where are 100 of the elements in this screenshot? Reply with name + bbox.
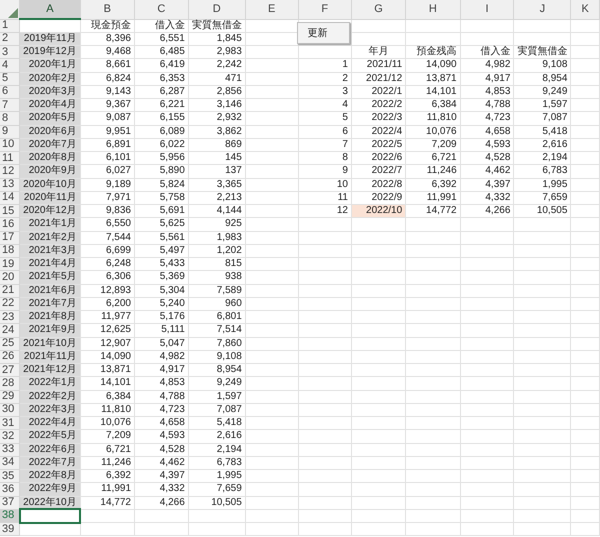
table-cell: 6,287 [134, 85, 188, 98]
table-cell: 6,089 [134, 125, 188, 138]
table-cell: 実質無借金 [514, 46, 571, 59]
row-header[interactable]: 14 [0, 191, 20, 204]
table-cell: 14,772 [80, 496, 134, 510]
row-header[interactable]: 29 [0, 390, 20, 404]
table-cell: 5,418 [188, 416, 246, 430]
table-cell: 11,246 [80, 456, 134, 470]
column-header[interactable]: G [351, 0, 406, 19]
table-cell: 7,514 [188, 324, 246, 337]
table-cell: 2022年2月 [20, 390, 80, 404]
row-header[interactable]: 6 [0, 85, 20, 98]
table-cell: 10,505 [514, 204, 571, 218]
table-cell: 2021年2月 [20, 231, 80, 244]
row-header[interactable]: 10 [0, 138, 20, 152]
row-header[interactable]: 24 [0, 324, 20, 337]
table-cell: 2021年3月 [20, 244, 80, 258]
row-header[interactable]: 17 [0, 231, 20, 244]
row-header[interactable]: 32 [0, 430, 20, 443]
row-header[interactable]: 12 [0, 164, 20, 178]
table-cell: 7,659 [514, 191, 571, 204]
row-header[interactable]: 37 [0, 496, 20, 510]
row-header[interactable]: 20 [0, 270, 20, 284]
table-cell: 4,266 [134, 496, 188, 510]
table-cell: 2,194 [514, 152, 571, 165]
update-button[interactable]: 更新 [297, 22, 350, 44]
table-cell: 960 [188, 297, 246, 310]
column-header[interactable]: E [245, 0, 298, 19]
column-header[interactable]: C [134, 0, 188, 19]
row-header[interactable]: 28 [0, 376, 20, 390]
table-cell: 4,982 [460, 58, 514, 72]
column-header[interactable]: A [20, 0, 80, 19]
table-cell: 3,146 [188, 98, 246, 112]
table-cell: 2022年3月 [20, 403, 80, 416]
table-cell: 10,076 [406, 125, 460, 138]
row-header[interactable]: 1 [0, 19, 20, 32]
table-cell: 6,419 [134, 58, 188, 72]
table-cell: 2021年10月 [20, 337, 80, 350]
table-cell: 925 [188, 218, 246, 231]
column-header[interactable]: F [298, 0, 352, 19]
table-cell: 6,485 [134, 46, 188, 59]
row-header[interactable]: 35 [0, 470, 20, 483]
row-header[interactable]: 39 [0, 522, 20, 536]
row-header[interactable]: 31 [0, 416, 20, 430]
row-header[interactable]: 11 [0, 152, 20, 165]
row-header[interactable]: 22 [0, 297, 20, 310]
row-header[interactable]: 34 [0, 456, 20, 470]
table-cell: 5,369 [134, 270, 188, 284]
table-cell: 6,248 [80, 258, 134, 271]
row-header[interactable]: 13 [0, 178, 20, 192]
table-cell: 2022/2 [351, 98, 406, 112]
row-header[interactable]: 30 [0, 403, 20, 416]
row-header[interactable]: 23 [0, 310, 20, 324]
table-cell: 6,392 [80, 470, 134, 483]
table-cell: 2022/10 [351, 204, 406, 218]
column-header[interactable]: B [80, 0, 134, 19]
row-header[interactable]: 33 [0, 443, 20, 456]
table-cell: 2022/6 [351, 152, 406, 165]
table-cell: 4,853 [134, 376, 188, 390]
column-header[interactable]: I [460, 0, 514, 19]
row-header[interactable]: 27 [0, 364, 20, 377]
table-cell: 7,589 [188, 284, 246, 298]
column-header[interactable]: H [406, 0, 460, 19]
table-cell: 137 [188, 164, 246, 178]
table-cell: 13,871 [80, 364, 134, 377]
table-cell: 2021年12月 [20, 364, 80, 377]
table-cell: 7,087 [514, 112, 571, 125]
row-header[interactable]: 4 [0, 58, 20, 72]
row-header[interactable]: 9 [0, 125, 20, 138]
row-header[interactable]: 36 [0, 482, 20, 496]
table-cell: 5,111 [134, 324, 188, 337]
table-cell: 2,932 [188, 112, 246, 125]
row-header[interactable]: 21 [0, 284, 20, 298]
row-header[interactable]: 16 [0, 218, 20, 231]
row-header[interactable]: 26 [0, 350, 20, 364]
row-header[interactable]: 8 [0, 112, 20, 125]
row-header[interactable]: 7 [0, 98, 20, 112]
row-header[interactable]: 25 [0, 337, 20, 350]
row-header[interactable]: 2 [0, 32, 20, 46]
column-header[interactable]: J [514, 0, 571, 19]
row-header[interactable]: 19 [0, 258, 20, 271]
active-cell[interactable] [20, 509, 80, 522]
table-cell: 2022/3 [351, 112, 406, 125]
table-cell: 2020年12月 [20, 204, 80, 218]
row-header[interactable]: 3 [0, 46, 20, 59]
row-header[interactable]: 15 [0, 204, 20, 218]
table-cell: 1,983 [188, 231, 246, 244]
table-cell: 2021/12 [351, 72, 406, 86]
table-cell: 2020年11月 [20, 191, 80, 204]
table-cell: 4,528 [134, 443, 188, 456]
table-cell: 6,353 [134, 72, 188, 86]
table-cell: 借入金 [460, 46, 514, 59]
table-cell: 4,462 [134, 456, 188, 470]
row-header[interactable]: 5 [0, 72, 20, 86]
table-cell: 2020年10月 [20, 178, 80, 192]
table-cell: 2021年1月 [20, 218, 80, 231]
column-header[interactable]: K [570, 0, 600, 19]
column-header[interactable]: D [188, 0, 246, 19]
row-header[interactable]: 18 [0, 244, 20, 258]
table-cell: 8,954 [188, 364, 246, 377]
